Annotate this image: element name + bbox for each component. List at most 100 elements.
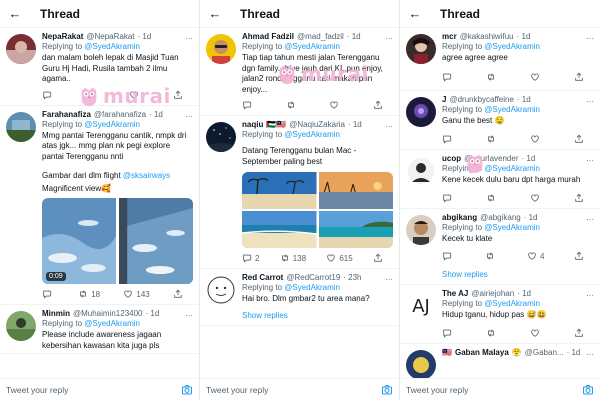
more-options-icon[interactable]: ··· xyxy=(185,34,193,43)
author-name[interactable]: J xyxy=(442,95,446,104)
author-name[interactable]: Gaban Malaya xyxy=(455,348,509,357)
mention-link[interactable]: @SyedAkramin xyxy=(284,130,340,139)
reply-button[interactable] xyxy=(442,251,455,261)
tweet[interactable]: ··· Ahmad Fadzil @mad_fadzil · 1d Replyi… xyxy=(200,28,399,116)
camera-icon[interactable] xyxy=(181,384,193,396)
like-button[interactable] xyxy=(530,328,540,338)
timestamp[interactable]: · 1d xyxy=(517,32,531,41)
photo-thumbnail[interactable] xyxy=(242,172,317,209)
timestamp[interactable]: · 1d xyxy=(524,213,538,222)
photo-thumbnail[interactable] xyxy=(242,211,317,248)
back-arrow-icon[interactable]: ← xyxy=(208,6,222,21)
reply-button[interactable] xyxy=(242,100,255,110)
timestamp[interactable]: · 1d xyxy=(347,32,361,41)
author-handle[interactable]: @airiejohan xyxy=(471,289,514,298)
author-name[interactable]: Ahmad Fadzil xyxy=(242,32,294,41)
mention-link[interactable]: @SyedAkramin xyxy=(484,223,540,232)
timestamp[interactable]: · 1d xyxy=(348,120,362,129)
author-handle[interactable]: @kakashiwifuu xyxy=(460,32,514,41)
share-button[interactable] xyxy=(574,134,584,144)
author-name[interactable]: mcr xyxy=(442,32,457,41)
tweet[interactable]: ··· ucop @yourlavender · 1d Replying to … xyxy=(400,150,600,209)
video-thumbnail[interactable]: 0:09 xyxy=(42,198,116,284)
reply-button[interactable] xyxy=(442,72,452,82)
reply-composer[interactable]: Tweet your reply xyxy=(200,378,399,400)
tweet[interactable]: ··· abgikang @abgikang · 1d Replying to … xyxy=(400,209,600,267)
retweet-button[interactable]: 18 xyxy=(78,289,100,299)
author-name[interactable]: abgikang xyxy=(442,213,477,222)
retweet-button[interactable] xyxy=(486,193,496,203)
retweet-button[interactable] xyxy=(486,134,496,144)
timestamp[interactable]: · 1d xyxy=(521,154,535,163)
mention-link[interactable]: @SyedAkramin xyxy=(84,120,140,129)
author-handle[interactable]: @yourlavender xyxy=(464,154,518,163)
share-button[interactable] xyxy=(373,100,383,110)
timestamp[interactable]: · 1d xyxy=(138,32,152,41)
author-handle[interactable]: @Muhaimin123400 xyxy=(73,309,143,318)
author-name[interactable]: Minmin xyxy=(42,309,70,318)
author-handle[interactable]: @farahanafiza xyxy=(94,110,146,119)
like-button[interactable]: 615 xyxy=(326,253,353,263)
tweet[interactable]: AJ ··· The AJ @airiejohan · 1d Replying … xyxy=(400,285,600,344)
author-name[interactable]: NepaRakat xyxy=(42,32,83,41)
reply-input[interactable]: Tweet your reply xyxy=(406,385,582,395)
back-arrow-icon[interactable]: ← xyxy=(8,6,22,21)
avatar[interactable] xyxy=(206,122,236,152)
tweet[interactable]: ··· Farahanafiza @farahanafiza · 1d Repl… xyxy=(0,106,199,305)
reply-input[interactable]: Tweet your reply xyxy=(206,385,381,395)
more-options-icon[interactable]: ··· xyxy=(586,97,594,106)
avatar[interactable] xyxy=(406,156,436,186)
timestamp[interactable]: · 23h xyxy=(343,273,361,282)
timestamp[interactable]: · 1d xyxy=(517,95,531,104)
avatar[interactable] xyxy=(206,275,236,305)
retweet-button[interactable] xyxy=(486,72,496,82)
mention-link[interactable]: @SyedAkramin xyxy=(284,42,340,51)
photo-thumbnail[interactable] xyxy=(318,172,394,209)
mention-link[interactable]: @SyedAkramin xyxy=(484,105,540,114)
tweet[interactable]: ··· 🇲🇾 Gaban Malaya 😤 @Gaban... · 1d xyxy=(400,344,600,378)
mention-link[interactable]: @SyedAkramin xyxy=(484,42,540,51)
like-button[interactable] xyxy=(530,193,540,203)
avatar[interactable] xyxy=(6,111,36,142)
more-options-icon[interactable]: ··· xyxy=(586,215,594,224)
more-options-icon[interactable]: ··· xyxy=(185,112,193,121)
more-options-icon[interactable]: ··· xyxy=(385,122,393,131)
author-handle[interactable]: @NepaRakat xyxy=(86,32,134,41)
retweet-button[interactable] xyxy=(86,90,99,100)
show-replies-link[interactable]: Show replies xyxy=(400,266,600,285)
timestamp[interactable]: · 1d xyxy=(146,309,160,318)
mention-link[interactable]: @SyedAkramin xyxy=(484,164,540,173)
reply-button[interactable]: 2 xyxy=(242,253,259,263)
avatar[interactable] xyxy=(406,34,436,64)
author-handle[interactable]: @RedCarrot19 xyxy=(286,273,340,282)
reply-input[interactable]: Tweet your reply xyxy=(6,385,181,395)
avatar[interactable] xyxy=(406,214,436,245)
author-name[interactable]: ucop xyxy=(442,154,461,163)
mention-link[interactable]: @SyedAkramin xyxy=(84,319,140,328)
timestamp[interactable]: · 1d xyxy=(517,289,531,298)
tweet[interactable]: ··· naqiu 🇵🇸🇲🇾 @NaqiuZakaria · 1d Replyi… xyxy=(200,116,399,269)
mention-link[interactable]: @SyedAkramin xyxy=(284,283,340,292)
like-button[interactable] xyxy=(129,90,142,100)
author-name[interactable]: Farahanafiza xyxy=(42,110,91,119)
reply-button[interactable] xyxy=(442,134,452,144)
avatar[interactable] xyxy=(6,34,36,64)
author-name[interactable]: naqiu xyxy=(242,120,263,129)
more-options-icon[interactable]: ··· xyxy=(586,291,594,300)
avatar[interactable] xyxy=(6,311,36,341)
share-button[interactable] xyxy=(574,72,584,82)
more-options-icon[interactable]: ··· xyxy=(385,275,393,284)
author-handle[interactable]: @abgikang xyxy=(480,213,521,222)
share-button[interactable] xyxy=(173,90,183,100)
share-button[interactable] xyxy=(574,193,584,203)
more-options-icon[interactable]: ··· xyxy=(586,34,594,43)
like-button[interactable]: 4 xyxy=(527,251,544,261)
author-handle[interactable]: @mad_fadzil xyxy=(297,32,344,41)
more-options-icon[interactable]: ··· xyxy=(586,350,594,359)
retweet-button[interactable]: 138 xyxy=(280,253,306,263)
mention-link[interactable]: @SyedAkramin xyxy=(484,299,540,308)
avatar[interactable] xyxy=(406,96,436,127)
reply-composer[interactable]: Tweet your reply xyxy=(400,378,600,400)
like-button[interactable] xyxy=(329,100,342,110)
tweet[interactable]: ··· mcr @kakashiwifuu · 1d Replying to @… xyxy=(400,28,600,91)
